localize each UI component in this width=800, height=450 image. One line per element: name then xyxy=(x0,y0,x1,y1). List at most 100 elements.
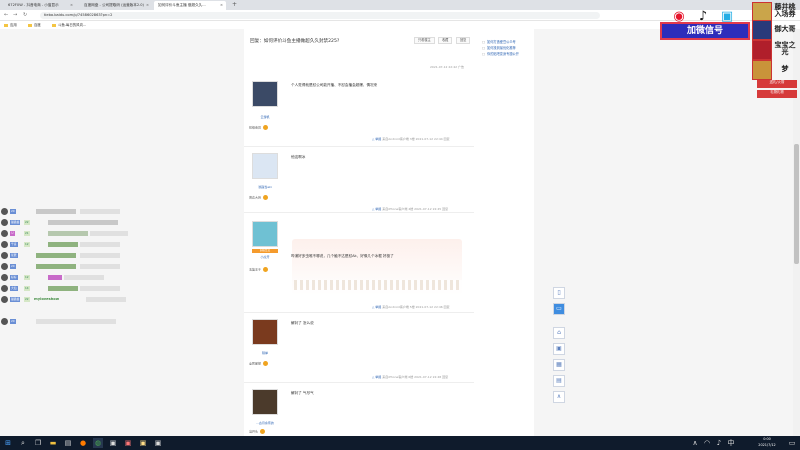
post-username[interactable]: 隔岸 xyxy=(248,351,282,355)
network-icon[interactable]: ◠ xyxy=(702,438,712,448)
favorite-button[interactable]: 收藏 xyxy=(438,37,453,44)
bookmark-douyu[interactable]: 斗鱼-每日的风向... xyxy=(52,21,86,29)
post-text: 他这啊冰 xyxy=(291,155,306,159)
calendar-icon[interactable]: ▦ xyxy=(553,359,565,371)
folder-icon[interactable]: ▬ xyxy=(48,438,58,448)
tab-douyin[interactable]: 672F0W - 抖音电商 - 小窗显示 × xyxy=(4,1,76,10)
reply-button[interactable]: 回复 xyxy=(456,37,471,44)
post-signature-image xyxy=(294,280,462,290)
level-badge-icon xyxy=(263,195,269,200)
report-link[interactable]: △ 举报 xyxy=(372,305,381,309)
gift-icon[interactable]: ▣ xyxy=(553,343,565,355)
close-icon[interactable]: × xyxy=(70,1,73,10)
report-link[interactable]: △ 举报 xyxy=(372,207,381,211)
post-text: 解封了 气尽气 xyxy=(291,391,314,395)
post-meta: 来自Android客户端 5楼 2021-07-12 22:46 回复 xyxy=(382,305,450,309)
post-footer: △ 举报 来自Android客户端 3楼 2021-07-12 22:44 回复 xyxy=(372,137,450,141)
avatar[interactable] xyxy=(252,81,278,107)
chat-message xyxy=(48,275,62,280)
chat-row: 星辰 xyxy=(0,251,135,260)
tab-tieba[interactable]: 如何评价斗鱼主播 做超久久... × xyxy=(154,1,226,10)
only-op-button[interactable]: 只看楼主 xyxy=(414,37,435,44)
post-username[interactable]: 小虎牙 xyxy=(248,255,282,259)
chat-message xyxy=(48,242,78,247)
avatar[interactable] xyxy=(252,153,278,179)
chat-level-badge: 千喜 xyxy=(10,242,18,247)
volume-icon[interactable]: ♪ xyxy=(714,438,724,448)
report-link[interactable]: △ 举报 xyxy=(372,375,381,379)
post-text: 解封了 怎么说 xyxy=(291,321,314,325)
gift-image xyxy=(752,60,772,80)
post-level: 全民星探 xyxy=(249,361,269,366)
chat-fan-badge: 12 xyxy=(24,242,30,247)
avatar xyxy=(1,318,8,325)
ime-icon[interactable]: 中 xyxy=(726,438,736,448)
chat-level-badge: Ｕ xyxy=(10,231,15,236)
level-label: 贤达大将 xyxy=(249,195,262,200)
chat-message xyxy=(80,264,120,269)
chat-row: 千喜 12 xyxy=(0,240,135,249)
chat-level-badge: 20 xyxy=(10,209,16,214)
tray-up-icon[interactable]: ∧ xyxy=(690,438,700,448)
url-input[interactable]: tieba.baidu.com/p/7458602863?pn=2 xyxy=(40,12,600,19)
app-icon[interactable]: ● xyxy=(78,438,88,448)
chrome-icon[interactable]: ◍ xyxy=(93,438,103,448)
post-level: 当开头 xyxy=(249,429,266,434)
related-link[interactable]: 如何找到最优化推荐 xyxy=(482,45,516,50)
report-link[interactable]: △ 举报 xyxy=(372,137,381,141)
windows-start-icon[interactable]: ⊞ xyxy=(3,438,13,448)
gift-strip: 礼物礼物 xyxy=(757,90,797,98)
post-floor-7: ...古月余奈的 当开头 解封了 气尽气 xyxy=(244,383,474,436)
gift-image xyxy=(752,2,772,22)
post-level: 初级会员 xyxy=(249,125,269,130)
app-icon[interactable]: ▣ xyxy=(153,438,163,448)
notification-icon[interactable]: ▭ xyxy=(787,438,797,448)
related-link[interactable]: 你的贴吧变身专题公开 xyxy=(482,51,519,56)
store-icon[interactable]: ▤ xyxy=(63,438,73,448)
message-icon[interactable]: ▭ xyxy=(553,303,565,315)
new-tab-button[interactable]: + xyxy=(232,1,237,9)
level-badge-icon xyxy=(263,125,269,130)
chat-level-badge: 星辰 xyxy=(10,253,18,258)
chat-row: 20 xyxy=(0,317,135,326)
task-view-icon[interactable]: ❐ xyxy=(33,438,43,448)
back-icon[interactable]: ← xyxy=(4,11,8,20)
chat-fan-badge: 21 xyxy=(24,231,30,236)
app-icon[interactable]: ▣ xyxy=(123,438,133,448)
app-icon[interactable]: ▣ xyxy=(108,438,118,448)
clock-time[interactable]: 0:00 xyxy=(752,437,782,442)
bookmark-label: 斗鱼-每日的风向... xyxy=(58,23,87,27)
reload-icon[interactable]: ↻ xyxy=(23,11,27,20)
forward-icon[interactable]: → xyxy=(13,11,17,20)
close-icon[interactable]: × xyxy=(146,1,149,10)
rocket-icon[interactable]: ⌂ xyxy=(553,327,565,339)
avatar xyxy=(1,252,8,259)
feedback-icon[interactable]: ▤ xyxy=(553,375,565,387)
ad-meta: 2021-07-12 22:42 广告 xyxy=(430,65,464,69)
scrollbar-thumb[interactable] xyxy=(794,144,799,264)
post-text: 哔浦好多虫唯不哪说，几个触不达是怼Ak、好像几个冰棍 好极了 xyxy=(291,254,394,258)
avatar[interactable] xyxy=(252,221,278,247)
phone-icon[interactable]: ▯ xyxy=(553,287,565,299)
related-link[interactable]: 如何打造爱豆公众号 xyxy=(482,39,516,44)
tab-baidu-pan[interactable]: 百度网盘 - 公司提取码 (运营版本2.0) × xyxy=(80,1,152,10)
gift-image xyxy=(752,40,772,60)
avatar[interactable] xyxy=(252,389,278,415)
avatar[interactable] xyxy=(252,319,278,345)
post-text: 个人觉得就是怼公司能开播、不怼会播会超爆、情况来 xyxy=(291,83,378,87)
clock-date[interactable]: 2021/7/12 xyxy=(752,443,782,448)
post-footer: △ 举报 来自iPhone客户端 4楼 2021-07-12 22:45 回复 xyxy=(372,207,448,211)
top-icon[interactable]: ∧ xyxy=(553,391,565,403)
level-label: 全民星探 xyxy=(249,361,262,366)
close-icon[interactable]: × xyxy=(220,1,223,10)
bookmark-apps[interactable]: 应用 xyxy=(4,21,17,29)
post-username[interactable]: 暴躁当aki xyxy=(248,185,282,189)
post-username[interactable]: 云游帆 xyxy=(248,115,282,119)
search-icon[interactable]: ⌕ xyxy=(18,438,28,448)
chat-row: Ｕ 21 xyxy=(0,229,135,238)
chat-fan-badge: 22 xyxy=(24,220,30,225)
bookmark-baidu[interactable]: 百度 xyxy=(28,21,41,29)
taskbar: ⊞ ⌕ ❐ ▬ ▤ ● ◍ ▣ ▣ ▣ ▣ ∧ ◠ ♪ 中 0:00 2021/… xyxy=(0,436,800,450)
app-icon[interactable]: ▣ xyxy=(138,438,148,448)
post-username[interactable]: ...古月余奈的 xyxy=(248,421,282,425)
